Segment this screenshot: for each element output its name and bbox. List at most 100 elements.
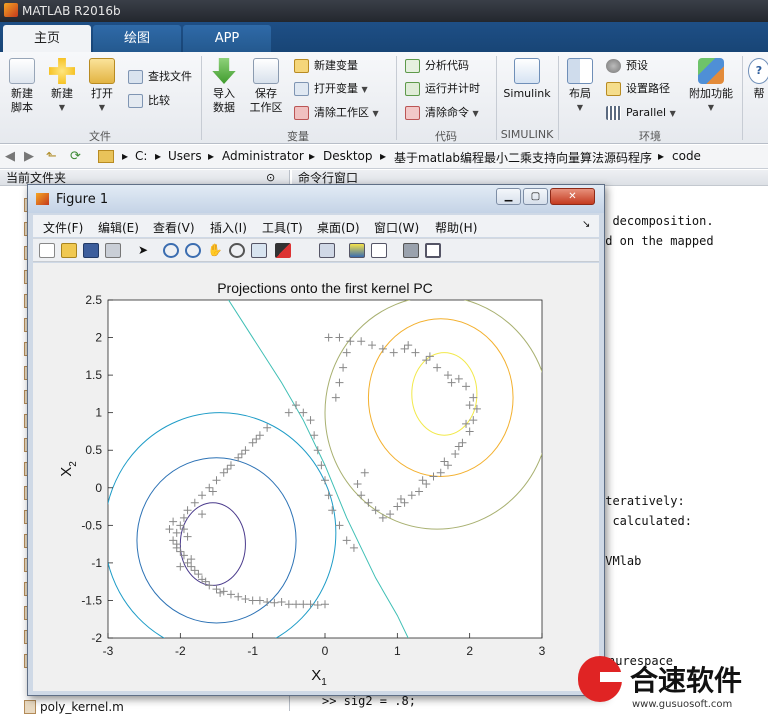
find-files-button[interactable]: 查找文件 bbox=[128, 68, 192, 86]
y-tick-label: 1.5 bbox=[85, 368, 102, 382]
tab-plots[interactable]: 绘图 bbox=[93, 25, 181, 52]
import-data-button[interactable]: 导入 数据 bbox=[206, 58, 242, 115]
layout-icon bbox=[567, 58, 593, 84]
simulink-icon bbox=[514, 58, 540, 84]
new-button[interactable]: 新建 ▼ bbox=[45, 58, 79, 115]
watermark-logo: 合速软件 www.gusuosoft.com bbox=[578, 656, 742, 710]
breadcrumb-users[interactable]: Users bbox=[168, 149, 202, 163]
print-icon[interactable] bbox=[105, 243, 121, 258]
pan-icon[interactable]: ✋ bbox=[207, 243, 223, 258]
matlab-title-bar: MATLAB R2016b bbox=[0, 0, 768, 22]
new-figure-icon[interactable] bbox=[39, 243, 55, 258]
preferences-button[interactable]: 预设 bbox=[606, 57, 648, 75]
app-title: MATLAB R2016b bbox=[22, 4, 121, 18]
y-tick-label: 2.5 bbox=[85, 293, 102, 307]
x-tick-label: 3 bbox=[539, 644, 546, 658]
close-button[interactable]: ✕ bbox=[550, 188, 595, 205]
open-variable-icon bbox=[294, 82, 309, 96]
y-tick-label: 0 bbox=[95, 481, 102, 495]
set-path-button[interactable]: 设置路径 bbox=[606, 80, 670, 98]
parallel-button[interactable]: Parallel ▼ bbox=[606, 104, 676, 122]
help-button[interactable]: ? 帮 bbox=[748, 58, 768, 101]
clear-workspace-button[interactable]: 清除工作区 ▼ bbox=[294, 104, 379, 122]
new-script-button[interactable]: 新建 脚本 bbox=[5, 58, 39, 115]
addons-button[interactable]: 附加功能 ▼ bbox=[686, 58, 736, 115]
command-output-line: r decomposition. bbox=[598, 214, 714, 228]
tab-apps[interactable]: APP bbox=[183, 25, 271, 52]
breadcrumb-administrator[interactable]: Administrator bbox=[222, 149, 304, 163]
layout-button[interactable]: 布局 ▼ bbox=[562, 58, 598, 115]
legend-icon[interactable] bbox=[371, 243, 387, 258]
figure-title: Figure 1 bbox=[56, 192, 109, 207]
dock-icon[interactable] bbox=[425, 243, 441, 258]
browse-folder-icon[interactable]: ⟳ bbox=[70, 149, 81, 164]
menu-overflow-icon[interactable]: ↘ bbox=[582, 219, 590, 230]
simulink-button[interactable]: Simulink bbox=[502, 58, 552, 101]
menu-insert[interactable]: 插入(I) bbox=[210, 219, 247, 236]
breadcrumb-drive[interactable]: C: bbox=[135, 149, 147, 163]
command-prompt-line[interactable]: >> sig2 = .8; bbox=[322, 694, 416, 708]
clear-commands-button[interactable]: 清除命令 ▼ bbox=[405, 104, 479, 122]
section-label-variable: 变量 bbox=[287, 130, 309, 143]
menu-desktop[interactable]: 桌面(D) bbox=[317, 219, 360, 236]
clear-workspace-icon bbox=[294, 106, 309, 120]
run-and-time-button[interactable]: 运行并计时 bbox=[405, 80, 480, 98]
hide-tools-icon[interactable] bbox=[403, 243, 419, 258]
watermark: 合速软件 www.gusuosoft.com bbox=[572, 652, 768, 711]
watermark-text: 合速软件 bbox=[630, 664, 742, 697]
brush-icon[interactable] bbox=[275, 243, 291, 258]
parallel-icon bbox=[606, 106, 621, 120]
minimize-button[interactable]: ▁ bbox=[496, 188, 521, 205]
breadcrumb-project-folder[interactable]: 基于matlab编程最小二乘支持向量算法源码程序 bbox=[394, 149, 652, 166]
forward-arrow-icon[interactable]: ▶ bbox=[24, 149, 34, 164]
ribbon-tab-row: 主页 绘图 APP bbox=[0, 22, 768, 52]
open-button[interactable]: 打开 ▼ bbox=[85, 58, 119, 115]
open-icon[interactable] bbox=[61, 243, 77, 258]
x-tick-label: 0 bbox=[322, 644, 329, 658]
breadcrumb-desktop[interactable]: Desktop bbox=[323, 149, 373, 163]
data-cursor-icon[interactable] bbox=[251, 243, 267, 258]
y-tick-label: -0.5 bbox=[81, 518, 102, 532]
menu-edit[interactable]: 编辑(E) bbox=[98, 219, 139, 236]
y-tick-label: -1.5 bbox=[81, 593, 102, 607]
up-folder-icon[interactable]: ⬑ bbox=[46, 149, 57, 164]
pointer-icon[interactable]: ➤ bbox=[135, 243, 151, 258]
menu-window[interactable]: 窗口(W) bbox=[374, 219, 419, 236]
save-icon[interactable] bbox=[83, 243, 99, 258]
open-variable-button[interactable]: 打开变量 ▼ bbox=[294, 80, 368, 98]
list-item[interactable]: poly_kernel.m bbox=[40, 700, 124, 714]
watermark-url: www.gusuosoft.com bbox=[632, 699, 732, 710]
menu-file[interactable]: 文件(F) bbox=[43, 219, 83, 236]
chevron-down-icon: ▼ bbox=[58, 103, 66, 112]
y-tick-label: 2 bbox=[95, 331, 102, 345]
breadcrumb-separator: ▸ bbox=[309, 149, 316, 163]
tab-home[interactable]: 主页 bbox=[3, 25, 91, 52]
matlab-figure-icon bbox=[36, 193, 49, 205]
gear-icon bbox=[606, 59, 621, 73]
stopwatch-icon bbox=[405, 82, 420, 96]
zoom-out-icon[interactable] bbox=[185, 243, 201, 258]
save-workspace-icon bbox=[253, 58, 279, 84]
back-arrow-icon[interactable]: ◀ bbox=[5, 149, 15, 164]
zoom-in-icon[interactable] bbox=[163, 243, 179, 258]
breadcrumb-code[interactable]: code bbox=[672, 149, 701, 163]
new-variable-button[interactable]: 新建变量 bbox=[294, 57, 358, 75]
menu-view[interactable]: 查看(V) bbox=[153, 219, 195, 236]
maximize-button[interactable]: ▢ bbox=[523, 188, 548, 205]
set-path-icon bbox=[606, 82, 621, 96]
analyze-code-button[interactable]: 分析代码 bbox=[405, 57, 469, 75]
menu-help[interactable]: 帮助(H) bbox=[435, 219, 477, 236]
x-tick-label: -1 bbox=[247, 644, 258, 658]
file-icon bbox=[24, 700, 36, 714]
link-icon[interactable] bbox=[319, 243, 335, 258]
compare-button[interactable]: 比较 bbox=[128, 92, 170, 110]
menu-tools[interactable]: 工具(T) bbox=[262, 219, 303, 236]
compare-icon bbox=[128, 94, 143, 108]
command-output-line: ed on the mapped bbox=[598, 234, 714, 248]
figure-title-bar[interactable]: Figure 1 ▁ ▢ ✕ bbox=[28, 185, 604, 213]
section-label-simulink: SIMULINK bbox=[500, 128, 554, 141]
x-tick-label: 2 bbox=[466, 644, 473, 658]
rotate-icon[interactable] bbox=[229, 243, 245, 258]
save-workspace-button[interactable]: 保存 工作区 bbox=[246, 58, 286, 115]
colorbar-icon[interactable] bbox=[349, 243, 365, 258]
